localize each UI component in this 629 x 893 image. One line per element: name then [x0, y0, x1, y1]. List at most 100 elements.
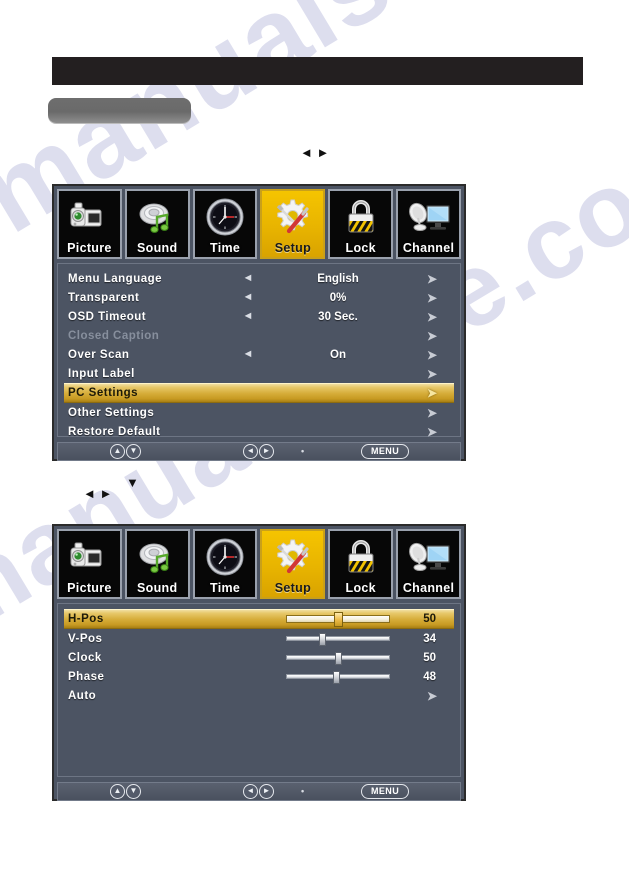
up-arrow-icon[interactable]: ▲: [110, 784, 125, 799]
submenu-arrow-icon[interactable]: ➤: [414, 387, 450, 399]
osd-tab-label: Time: [209, 240, 241, 255]
pc-slider-track[interactable]: [286, 652, 390, 665]
pc-slider-knob[interactable]: [318, 633, 326, 646]
osd-tab-channel[interactable]: Channel: [396, 529, 461, 599]
osd-tab-lock[interactable]: Lock: [328, 189, 394, 259]
osd-tab-strip-1: Picture Sound Time Setup Lock Channel: [57, 189, 461, 259]
setup-row-over-scan[interactable]: Over Scan ◄ On ➤: [64, 345, 454, 364]
down-arrow-icon[interactable]: ▼: [126, 444, 141, 459]
osd-tab-label: Picture: [67, 240, 112, 255]
osd-tab-label: Sound: [137, 580, 178, 595]
decrement-arrow-icon[interactable]: ◄: [234, 292, 262, 303]
osd-tab-label: Setup: [274, 240, 312, 255]
submenu-arrow-icon[interactable]: ➤: [414, 368, 450, 380]
decrement-arrow-icon[interactable]: ◄: [234, 349, 262, 360]
menu-button[interactable]: MENU: [361, 444, 410, 459]
pc-slider-value: 50: [423, 613, 436, 625]
osd-tab-label: Channel: [402, 240, 455, 255]
left-arrow-icon[interactable]: ◄: [243, 784, 258, 799]
hint-line-left-right-top: ◄ ►: [300, 146, 329, 160]
padlock-icon: [330, 193, 391, 241]
osd-footer-2: ▲ ▼ ◄ ► • MENU: [57, 782, 461, 801]
osd-tab-channel[interactable]: Channel: [396, 189, 461, 259]
setup-row-label: Restore Default: [68, 425, 161, 438]
osd-tab-picture[interactable]: Picture: [57, 189, 122, 259]
submenu-arrow-icon[interactable]: ➤: [414, 330, 450, 342]
setup-row-input-label[interactable]: Input Label ➤: [64, 364, 454, 383]
osd-tab-time[interactable]: Time: [192, 189, 258, 259]
pc-row-h-pos[interactable]: H-Pos 50: [64, 609, 454, 629]
submenu-arrow-icon[interactable]: ➤: [414, 273, 450, 285]
footer-updown-group-2: ▲ ▼: [110, 784, 141, 799]
gear-screwdriver-icon: [262, 533, 323, 581]
setup-row-pc-settings[interactable]: PC Settings ➤: [64, 383, 454, 403]
osd-tab-sound[interactable]: Sound: [124, 529, 190, 599]
satellite-tv-icon: [398, 193, 459, 241]
up-arrow-icon[interactable]: ▲: [110, 444, 125, 459]
osd-tab-strip-2: Picture Sound Time Setup Lock Channel: [57, 529, 461, 599]
pc-row-clock[interactable]: Clock 50: [64, 648, 454, 667]
submenu-arrow-icon[interactable]: ➤: [414, 349, 450, 361]
setup-row-label: Menu Language: [68, 272, 163, 285]
pc-slider-value: 50: [423, 651, 436, 664]
submenu-arrow-icon[interactable]: ➤: [414, 407, 450, 419]
decrement-arrow-icon[interactable]: ◄: [234, 273, 262, 284]
osd-tab-label: Picture: [67, 580, 112, 595]
setup-row-osd-timeout[interactable]: OSD Timeout ◄ 30 Sec. ➤: [64, 307, 454, 326]
setup-row-closed-caption: Closed Caption ➤: [64, 326, 454, 345]
left-arrow-icon[interactable]: ◄: [243, 444, 258, 459]
pc-row-phase[interactable]: Phase 48: [64, 667, 454, 686]
setup-row-value: On: [330, 348, 346, 361]
footer-leftright-group-2: ◄ ►: [243, 784, 274, 799]
pc-slider-value: 48: [423, 670, 436, 683]
osd-tab-lock[interactable]: Lock: [328, 529, 394, 599]
osd-tab-label: Lock: [345, 240, 376, 255]
pc-slider-track[interactable]: [286, 612, 390, 627]
submenu-arrow-icon[interactable]: ➤: [414, 426, 450, 438]
right-arrow-icon[interactable]: ►: [259, 784, 274, 799]
submenu-arrow-icon[interactable]: ➤: [414, 690, 450, 702]
setup-row-restore-default[interactable]: Restore Default ➤: [64, 422, 454, 441]
pc-row-auto[interactable]: Auto ➤: [64, 686, 454, 705]
right-arrow-icon[interactable]: ►: [259, 444, 274, 459]
setup-row-menu-language[interactable]: Menu Language ◄ English ➤: [64, 269, 454, 288]
speaker-music-note-icon: [127, 193, 188, 241]
osd-tab-label: Sound: [137, 240, 178, 255]
satellite-tv-icon: [398, 533, 459, 581]
setup-row-transparent[interactable]: Transparent ◄ 0% ➤: [64, 288, 454, 307]
setup-row-label: Input Label: [68, 367, 135, 380]
osd-tab-setup[interactable]: Setup: [260, 529, 326, 599]
decrement-arrow-icon[interactable]: ◄: [234, 311, 262, 322]
pc-row-v-pos[interactable]: V-Pos 34: [64, 629, 454, 648]
osd-tab-setup[interactable]: Setup: [260, 189, 326, 259]
osd-tab-label: Time: [209, 580, 241, 595]
speaker-music-note-icon: [127, 533, 188, 581]
down-arrow-icon[interactable]: ▼: [126, 784, 141, 799]
camcorder-icon: [59, 193, 120, 241]
page-header-bar: [52, 57, 583, 85]
pc-slider-track[interactable]: [286, 633, 390, 646]
osd-tab-picture[interactable]: Picture: [57, 529, 122, 599]
footer-mark-group-1: •: [301, 447, 304, 456]
setup-row-value: 30 Sec.: [318, 310, 358, 323]
left-right-arrow-glyphs-2: ◄ ►: [83, 486, 113, 501]
hint-line-left-right-mid: ◄ ►: [83, 487, 112, 501]
pc-slider-knob[interactable]: [334, 612, 343, 627]
pc-row-label: Phase: [68, 670, 105, 683]
setup-row-label: Other Settings: [68, 406, 155, 419]
setup-row-label: PC Settings: [68, 387, 139, 399]
clock-icon: [195, 193, 256, 241]
pc-slider-knob[interactable]: [332, 671, 340, 684]
menu-button[interactable]: MENU: [361, 784, 410, 799]
setup-row-label: OSD Timeout: [68, 310, 147, 323]
osd-tab-sound[interactable]: Sound: [124, 189, 190, 259]
hint-line-down: ▼: [126, 476, 139, 490]
osd-pc-settings-list: H-Pos 50 V-Pos 34 Clock 50 Phase 48 Auto ➤: [57, 603, 461, 777]
submenu-arrow-icon[interactable]: ➤: [414, 311, 450, 323]
pc-slider-knob[interactable]: [335, 652, 342, 665]
osd-tab-time[interactable]: Time: [192, 529, 258, 599]
section-tag-button[interactable]: [48, 98, 191, 123]
pc-slider-track[interactable]: [286, 671, 390, 684]
submenu-arrow-icon[interactable]: ➤: [414, 292, 450, 304]
setup-row-other-settings[interactable]: Other Settings ➤: [64, 403, 454, 422]
